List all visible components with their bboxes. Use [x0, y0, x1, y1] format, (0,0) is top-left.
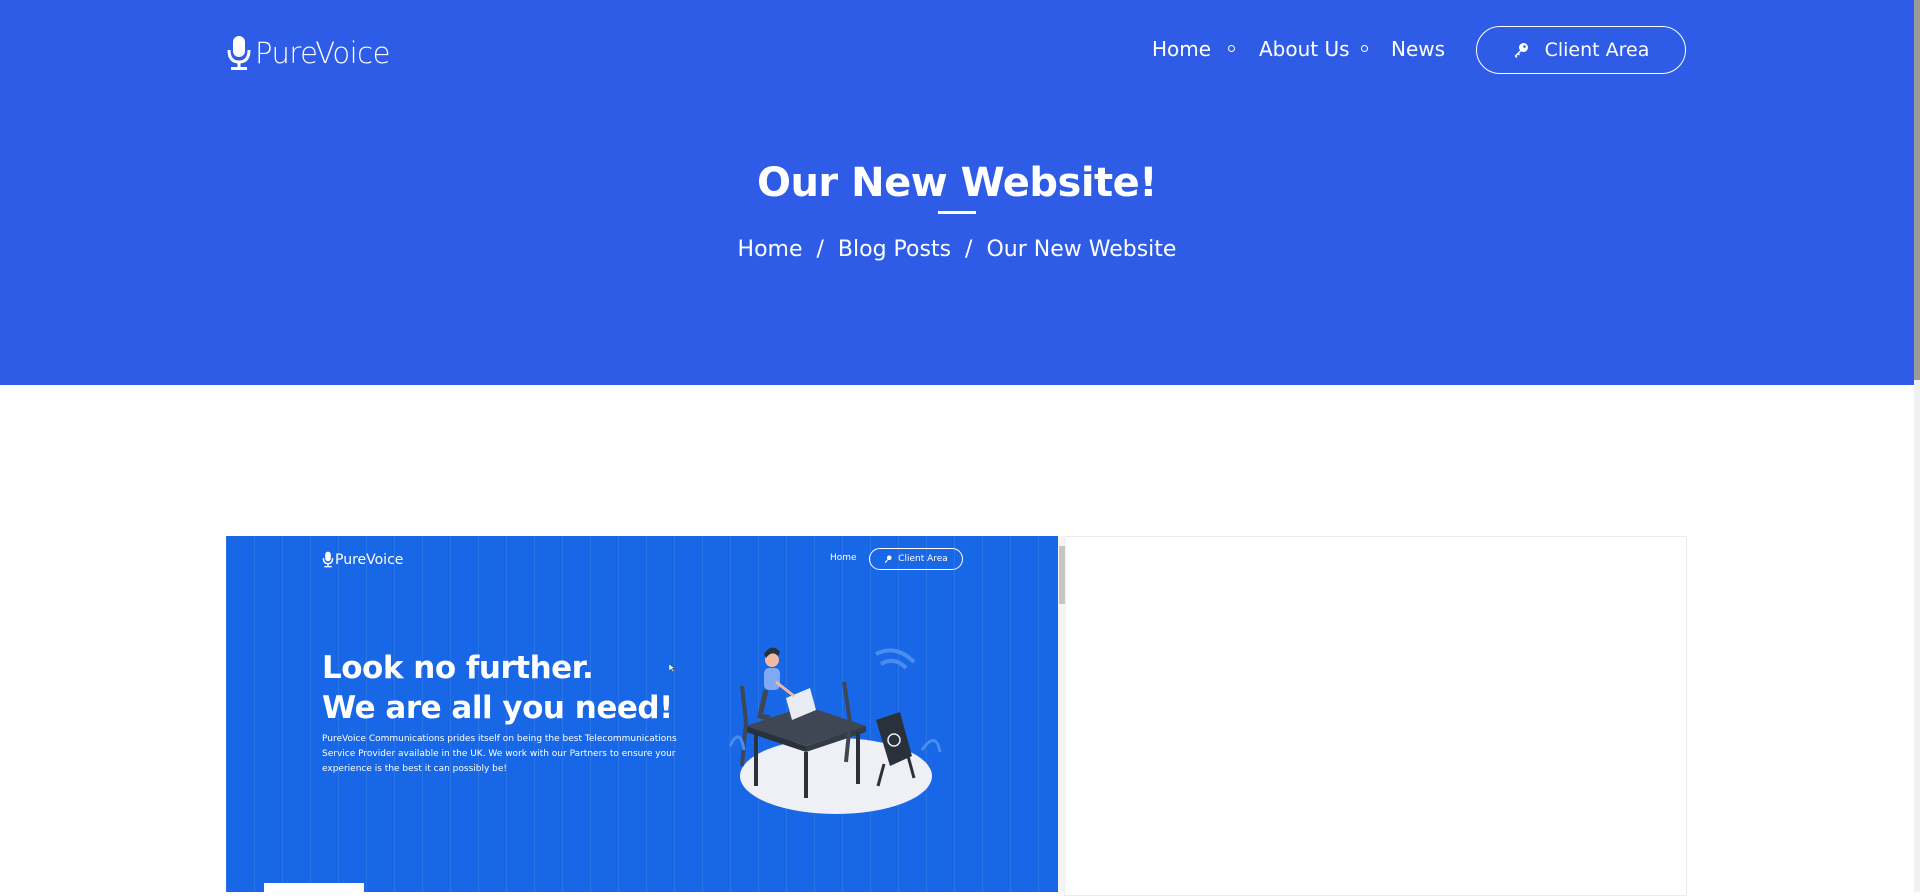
- preview-scrollbar-thumb: [1059, 546, 1065, 604]
- preview-bottom-tab: [264, 883, 364, 892]
- preview-logo-text: PureVoice: [335, 551, 404, 568]
- website-preview-image: PureVoice Home Client Area Look no furth…: [226, 536, 1058, 892]
- preview-headline-line1: Look no further.: [322, 650, 594, 686]
- key-icon: [1514, 43, 1528, 58]
- preview-client-area-button: Client Area: [869, 548, 963, 570]
- logo-text: PureVoice: [255, 36, 390, 70]
- nav-home[interactable]: Home: [1152, 37, 1211, 61]
- nav-separator-dot: [1361, 45, 1368, 52]
- person-at-cafe-table-illustration: [728, 647, 942, 814]
- microphone-icon: [322, 551, 334, 568]
- mouse-cursor-icon: [669, 664, 675, 672]
- breadcrumb: Home / Blog Posts / Our New Website: [0, 237, 1914, 262]
- breadcrumb-separator: /: [965, 237, 973, 262]
- preview-logo: PureVoice: [322, 551, 403, 568]
- title-underline: [938, 211, 976, 214]
- nav-separator-dot: [1228, 45, 1235, 52]
- breadcrumb-separator: /: [816, 237, 824, 262]
- microphone-icon: [227, 36, 251, 70]
- breadcrumb-blog-posts[interactable]: Blog Posts: [838, 237, 951, 262]
- nav-about-us[interactable]: About Us: [1259, 37, 1350, 61]
- post-content-card: [1064, 536, 1687, 896]
- preview-headline-line2: We are all you need!: [322, 690, 673, 726]
- nav-news[interactable]: News: [1391, 37, 1445, 61]
- preview-nav-home: Home: [830, 553, 857, 563]
- page-title: Our New Website!: [756, 160, 1158, 206]
- preview-client-area-label: Client Area: [898, 554, 948, 564]
- preview-paragraph: PureVoice Communications prides itself o…: [322, 734, 677, 774]
- key-icon: [884, 555, 892, 563]
- breadcrumb-home[interactable]: Home: [738, 237, 803, 262]
- breadcrumb-current: Our New Website: [986, 237, 1177, 262]
- site-logo[interactable]: PureVoice: [226, 33, 390, 73]
- client-area-button[interactable]: Client Area: [1476, 26, 1686, 74]
- preview-headline: Look no further. We are all you need!: [322, 648, 673, 728]
- page-scrollbar-thumb[interactable]: [1914, 0, 1920, 380]
- client-area-label: Client Area: [1544, 39, 1650, 61]
